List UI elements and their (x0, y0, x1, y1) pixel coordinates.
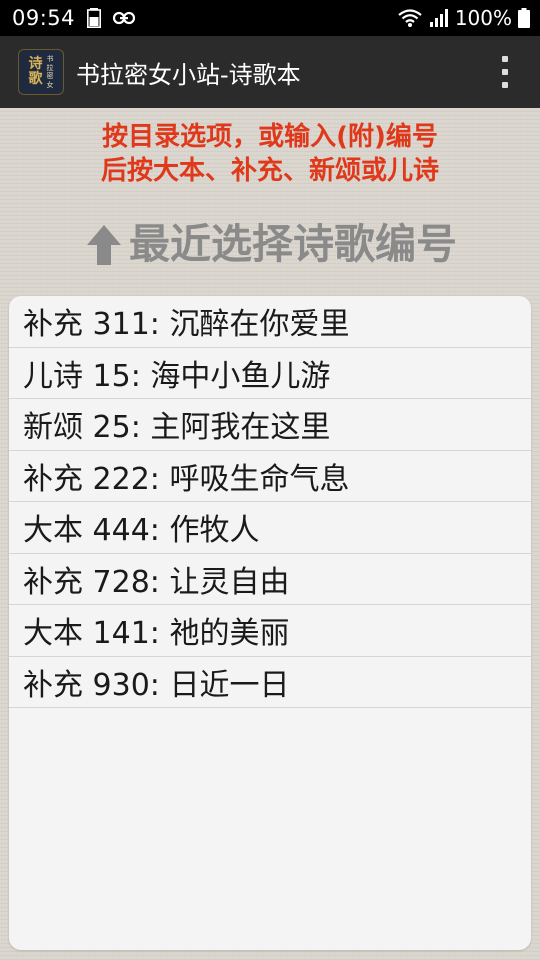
battery-saver-icon (87, 8, 102, 28)
list-item[interactable]: 补充 930: 日近一日 (9, 657, 531, 708)
recent-heading-text: 最近选择诗歌编号 (129, 220, 457, 268)
list-item[interactable]: 儿诗 15: 海中小鱼儿游 (9, 348, 531, 399)
app-bar: 诗歌 书拉密女 书拉密女小站-诗歌本 (0, 36, 540, 108)
recent-list: 补充 311: 沉醉在你爱里 儿诗 15: 海中小鱼儿游 新颂 25: 主阿我在… (9, 296, 531, 950)
overflow-menu-icon[interactable] (502, 56, 510, 88)
recent-heading: 最近选择诗歌编号 (0, 216, 540, 272)
link-icon (113, 11, 136, 25)
status-time: 09:54 (12, 6, 76, 30)
instruction-line-1: 按目录选项，或输入(附)编号 (102, 122, 438, 152)
signal-icon (429, 8, 449, 28)
main-content: 按目录选项，或输入(附)编号 后按大本、补充、新颂或儿诗 最近选择诗歌编号 补充… (0, 108, 540, 960)
instruction-line-2: 后按大本、补充、新颂或儿诗 (100, 156, 439, 186)
logo-sub-text: 书拉密女 (46, 55, 54, 89)
logo-main-text: 诗歌 (28, 56, 43, 87)
list-item[interactable]: 补充 311: 沉醉在你爱里 (9, 296, 531, 348)
battery-percent: 100% (454, 6, 512, 30)
list-item[interactable]: 补充 222: 呼吸生命气息 (9, 451, 531, 502)
wifi-icon (397, 8, 423, 28)
list-item[interactable]: 大本 444: 作牧人 (9, 502, 531, 554)
app-title: 书拉密女小站-诗歌本 (76, 60, 301, 89)
battery-icon (518, 8, 530, 28)
list-item[interactable]: 大本 141: 祂的美丽 (9, 605, 531, 657)
instructions: 按目录选项，或输入(附)编号 后按大本、补充、新颂或儿诗 (0, 120, 540, 188)
list-item[interactable]: 新颂 25: 主阿我在这里 (9, 399, 531, 451)
app-logo: 诗歌 书拉密女 (18, 49, 64, 95)
list-item[interactable]: 补充 728: 让灵自由 (9, 554, 531, 605)
status-bar: 09:54 100% (0, 0, 540, 36)
up-arrow-icon (83, 221, 125, 267)
